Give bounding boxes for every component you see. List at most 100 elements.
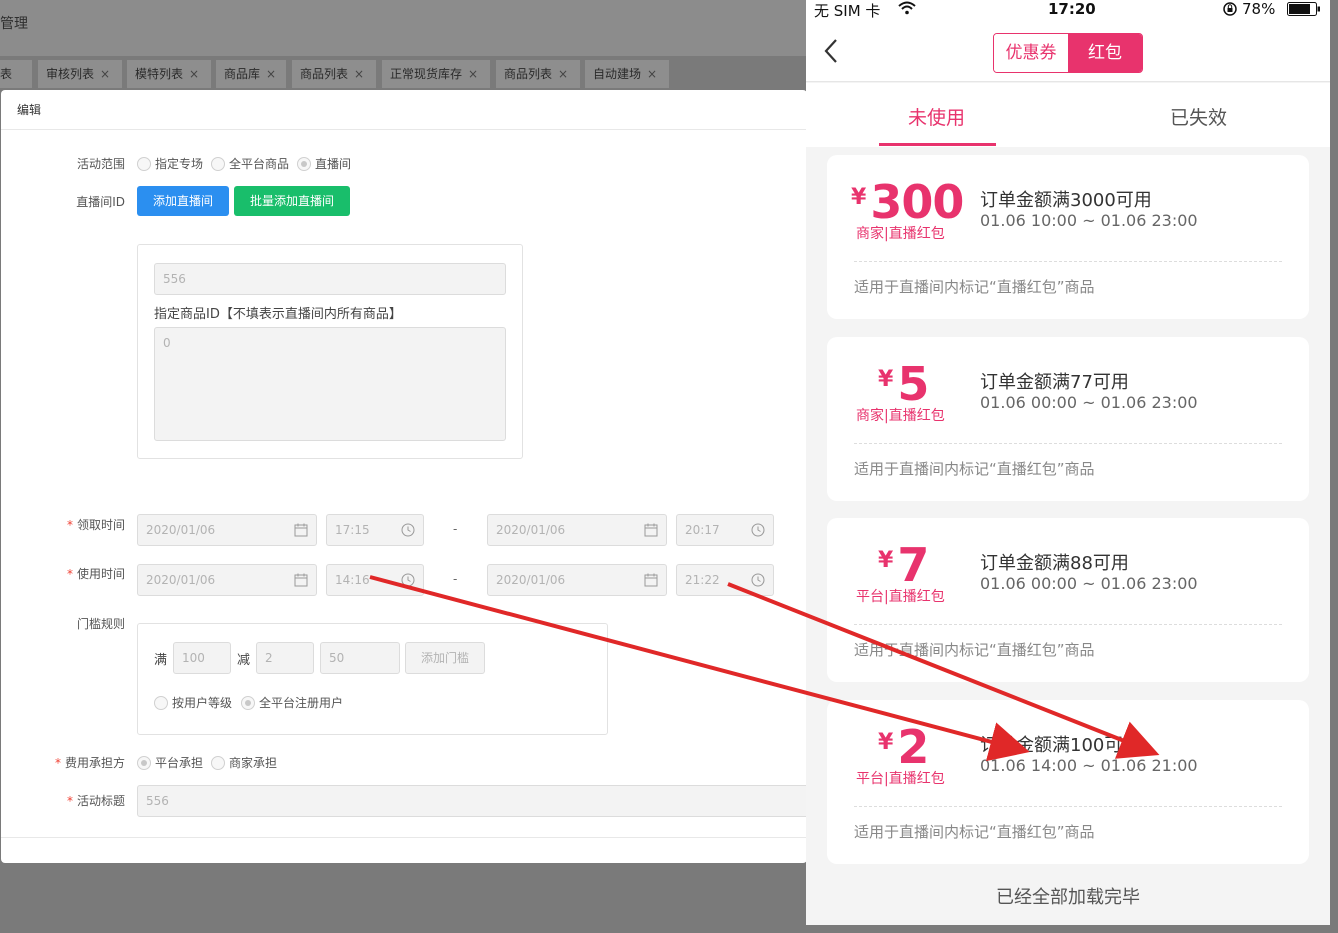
- scope-radio-all[interactable]: 全平台商品: [211, 155, 289, 172]
- scope-label: 活动范围: [76, 157, 125, 171]
- receive-end-time[interactable]: 20:17: [676, 514, 774, 546]
- all-users-radio[interactable]: 全平台注册用户: [241, 694, 343, 711]
- use-end-date[interactable]: 2020/01/06: [487, 564, 667, 596]
- clock-icon: [401, 523, 415, 537]
- admin-tab-label: 正常现货库存: [390, 67, 463, 81]
- status-time: 17:20: [1048, 0, 1096, 18]
- cost-radio-platform[interactable]: 平台承担: [137, 754, 203, 771]
- admin-tab-label: 表: [0, 67, 13, 81]
- activity-title-label: * 活动标题: [1, 792, 125, 809]
- full-label: 满: [154, 653, 168, 668]
- minus-amount-input[interactable]: 2: [256, 642, 314, 674]
- redpacket-card[interactable]: ¥7 平台|直播红包 订单金额满88可用 01.06 00:00 ~ 01.06…: [827, 518, 1309, 682]
- time-value: 21:22: [685, 573, 720, 587]
- admin-tab[interactable]: 自动建场 ×: [585, 60, 669, 88]
- card-condition: 订单金额满3000可用: [980, 190, 1152, 211]
- card-divider: [854, 806, 1282, 807]
- card-amount: ¥2: [878, 720, 929, 774]
- card-divider: [854, 624, 1282, 625]
- admin-tab[interactable]: 商品列表 ×: [496, 60, 580, 88]
- goods-id-textarea[interactable]: 0: [154, 327, 506, 441]
- use-time-label: * 使用时间: [1, 565, 125, 582]
- close-icon[interactable]: ×: [647, 67, 657, 81]
- date-value: 2020/01/06: [496, 573, 566, 587]
- segment-coupon[interactable]: 优惠券: [994, 34, 1068, 72]
- status-carrier: 无 SIM 卡: [814, 2, 881, 20]
- receive-start-date[interactable]: 2020/01/06: [137, 514, 317, 546]
- segment-redpacket[interactable]: 红包: [1068, 34, 1142, 72]
- cost-radio-merchant[interactable]: 商家承担: [211, 754, 277, 771]
- scope-radio-live[interactable]: 直播间: [297, 155, 351, 172]
- minus-label: 减: [237, 653, 251, 668]
- room-config-box: 556 指定商品ID【不填表示直播间内所有商品】 0: [137, 244, 523, 459]
- admin-tab[interactable]: 商品列表 ×: [292, 60, 376, 88]
- receive-start-time[interactable]: 17:15: [326, 514, 424, 546]
- admin-tab[interactable]: 模特列表 ×: [127, 60, 211, 88]
- close-icon[interactable]: ×: [468, 67, 478, 81]
- back-arrow-icon[interactable]: [824, 38, 838, 64]
- required-mark: *: [66, 567, 73, 581]
- redpacket-card[interactable]: ¥5 商家|直播红包 订单金额满77可用 01.06 00:00 ~ 01.06…: [827, 337, 1309, 501]
- time-value: 20:17: [685, 523, 720, 537]
- yen-sign: ¥: [878, 367, 894, 392]
- room-id-input[interactable]: 556: [154, 263, 506, 295]
- admin-tab[interactable]: 商品库 ×: [216, 60, 286, 88]
- full-amount-input[interactable]: 100: [173, 642, 231, 674]
- yen-sign: ¥: [851, 185, 867, 210]
- activity-title-input[interactable]: 556: [137, 785, 807, 817]
- wifi-icon: [898, 1, 916, 15]
- admin-tab[interactable]: 表: [0, 60, 32, 88]
- card-type: 商家|直播红包: [856, 226, 945, 242]
- redpacket-card[interactable]: ¥300 商家|直播红包 订单金额满3000可用 01.06 10:00 ~ 0…: [827, 155, 1309, 319]
- batch-add-room-button[interactable]: 批量添加直播间: [234, 186, 350, 216]
- radio-label: 商家承担: [229, 756, 278, 770]
- card-description: 适用于直播间内标记“直播红包”商品: [854, 278, 1095, 296]
- use-start-time[interactable]: 14:16: [326, 564, 424, 596]
- admin-header: 管理: [0, 0, 806, 56]
- add-threshold-button[interactable]: 添加门槛: [405, 642, 485, 674]
- minus-amount-input-2[interactable]: 50: [320, 642, 400, 674]
- radio-label: 平台承担: [155, 756, 204, 770]
- admin-header-title: 管理: [0, 16, 28, 32]
- active-tab-underline: [879, 143, 996, 146]
- add-room-button[interactable]: 添加直播间: [137, 186, 229, 216]
- close-icon[interactable]: ×: [100, 67, 110, 81]
- user-level-radio[interactable]: 按用户等级: [154, 694, 232, 711]
- tab-unused[interactable]: 未使用: [908, 103, 965, 130]
- use-start-date[interactable]: 2020/01/06: [137, 564, 317, 596]
- clock-icon: [401, 573, 415, 587]
- close-icon[interactable]: ×: [558, 67, 568, 81]
- radio-label: 按用户等级: [172, 696, 233, 710]
- card-amount: ¥7: [878, 538, 929, 592]
- yen-sign: ¥: [878, 548, 894, 573]
- date-value: 2020/01/06: [496, 523, 566, 537]
- modal-title: 编辑: [1, 90, 807, 130]
- card-period: 01.06 10:00 ~ 01.06 23:00: [980, 211, 1198, 230]
- room-id-label: 直播间ID: [76, 195, 125, 209]
- label-text: 费用承担方: [64, 756, 125, 770]
- load-complete-text: 已经全部加载完毕: [996, 887, 1140, 908]
- scope-radio-special[interactable]: 指定专场: [137, 155, 203, 172]
- card-divider: [854, 443, 1282, 444]
- admin-tab[interactable]: 审核列表 ×: [38, 60, 122, 88]
- card-amount: ¥5: [878, 357, 929, 411]
- use-end-time[interactable]: 21:22: [676, 564, 774, 596]
- radio-circle: [137, 156, 151, 171]
- admin-tab-label: 审核列表: [46, 67, 95, 81]
- receive-end-date[interactable]: 2020/01/06: [487, 514, 667, 546]
- card-description: 适用于直播间内标记“直播红包”商品: [854, 460, 1095, 478]
- close-icon[interactable]: ×: [189, 67, 199, 81]
- goods-id-label: 指定商品ID【不填表示直播间内所有商品】: [154, 307, 402, 322]
- tab-expired[interactable]: 已失效: [1170, 103, 1227, 130]
- redpacket-card[interactable]: ¥2 平台|直播红包 订单金额满100可用 01.06 14:00 ~ 01.0…: [827, 700, 1309, 864]
- phone-nav-bar: 无 SIM 卡 17:20 78% 优惠券 红包: [806, 0, 1330, 82]
- date-value: 2020/01/06: [146, 573, 216, 587]
- radio-circle: [211, 755, 225, 770]
- card-divider: [854, 261, 1282, 262]
- close-icon[interactable]: ×: [354, 67, 364, 81]
- admin-tab[interactable]: 正常现货库存 ×: [382, 60, 490, 88]
- card-description: 适用于直播间内标记“直播红包”商品: [854, 641, 1095, 659]
- admin-tab-label: 商品列表: [300, 67, 349, 81]
- receive-time-label: * 领取时间: [1, 516, 125, 533]
- close-icon[interactable]: ×: [266, 67, 276, 81]
